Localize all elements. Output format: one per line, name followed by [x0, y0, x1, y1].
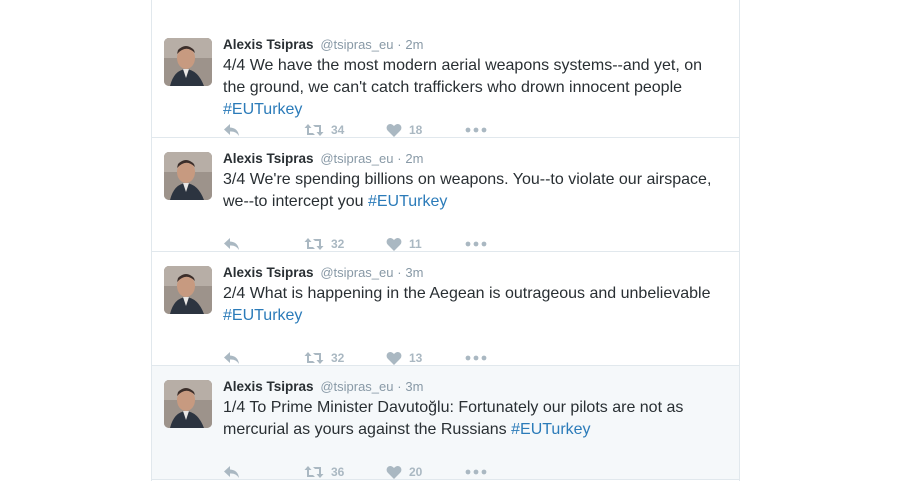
- heart-icon: [386, 237, 402, 251]
- tweet-text: 1/4 To Prime Minister Davutoğlu: Fortuna…: [223, 397, 723, 441]
- retweet-button[interactable]: 32: [304, 350, 344, 366]
- like-button[interactable]: 18: [386, 122, 422, 138]
- heart-icon: [386, 465, 402, 479]
- separator-dot: ·: [397, 151, 402, 166]
- like-button[interactable]: 11: [386, 236, 422, 252]
- avatar-image: [164, 38, 212, 86]
- retweet-button[interactable]: 34: [304, 122, 344, 138]
- tweet-body: 2/4 What is happening in the Aegean is o…: [223, 285, 711, 302]
- retweet-count: 36: [331, 465, 345, 479]
- like-count: 18: [409, 123, 423, 137]
- timestamp[interactable]: 3m: [405, 265, 423, 280]
- reply-icon: [224, 238, 239, 250]
- reply-button[interactable]: [223, 236, 241, 252]
- hashtag-link[interactable]: #EUTurkey: [368, 193, 447, 210]
- tweet[interactable]: Alexis Tsipras @tsipras_eu · 3m 1/4 To P…: [152, 366, 739, 480]
- tweet-text: 3/4 We're spending billions on weapons. …: [223, 169, 723, 213]
- retweet-button[interactable]: 36: [304, 464, 344, 480]
- more-button[interactable]: [465, 236, 487, 252]
- tweet[interactable]: Alexis Tsipras @tsipras_eu · 3m 2/4 What…: [152, 252, 739, 366]
- tweet-text: 4/4 We have the most modern aerial weapo…: [223, 55, 723, 121]
- reply-icon: [224, 466, 239, 478]
- author-handle[interactable]: @tsipras_eu: [320, 379, 393, 394]
- author-name[interactable]: Alexis Tsipras: [223, 379, 314, 394]
- tweet-header: Alexis Tsipras @tsipras_eu · 2m: [223, 151, 423, 166]
- like-count: 13: [409, 351, 423, 365]
- like-button[interactable]: 20: [386, 464, 422, 480]
- tweet-body: 3/4 We're spending billions on weapons. …: [223, 171, 712, 210]
- avatar[interactable]: [164, 38, 212, 86]
- tweet[interactable]: Alexis Tsipras @tsipras_eu · 2m 3/4 We'r…: [152, 138, 739, 252]
- separator-dot: ·: [397, 37, 402, 52]
- avatar-image: [164, 266, 212, 314]
- avatar[interactable]: [164, 266, 212, 314]
- author-name[interactable]: Alexis Tsipras: [223, 151, 314, 166]
- more-dots-icon: [465, 469, 487, 475]
- retweet-count: 32: [331, 351, 345, 365]
- timeline: Alexis Tsipras @tsipras_eu · 2m 4/4 We h…: [151, 0, 740, 481]
- heart-icon: [386, 351, 402, 365]
- more-button[interactable]: [465, 464, 487, 480]
- separator-dot: ·: [397, 379, 402, 394]
- timestamp[interactable]: 2m: [405, 151, 423, 166]
- author-handle[interactable]: @tsipras_eu: [320, 265, 393, 280]
- author-handle[interactable]: @tsipras_eu: [320, 151, 393, 166]
- reply-icon: [224, 124, 239, 136]
- more-button[interactable]: [465, 122, 487, 138]
- retweet-icon: [304, 124, 324, 136]
- separator-dot: ·: [397, 265, 402, 280]
- retweet-icon: [304, 466, 324, 478]
- retweet-icon: [304, 238, 324, 250]
- tweet[interactable]: Alexis Tsipras @tsipras_eu · 2m 4/4 We h…: [152, 24, 739, 138]
- retweet-button[interactable]: 32: [304, 236, 344, 252]
- tweet-header: Alexis Tsipras @tsipras_eu · 3m: [223, 379, 423, 394]
- avatar-image: [164, 380, 212, 428]
- tweet-header: Alexis Tsipras @tsipras_eu · 2m: [223, 37, 423, 52]
- tweet-text: 2/4 What is happening in the Aegean is o…: [223, 283, 723, 327]
- avatar-image: [164, 152, 212, 200]
- timestamp[interactable]: 3m: [405, 379, 423, 394]
- hashtag-link[interactable]: #EUTurkey: [223, 101, 302, 118]
- tweet-body: 1/4 To Prime Minister Davutoğlu: Fortuna…: [223, 399, 684, 438]
- retweet-count: 34: [331, 123, 345, 137]
- reply-button[interactable]: [223, 464, 241, 480]
- more-button[interactable]: [465, 350, 487, 366]
- more-dots-icon: [465, 241, 487, 247]
- avatar[interactable]: [164, 152, 212, 200]
- tweet-body: 4/4 We have the most modern aerial weapo…: [223, 57, 703, 96]
- author-name[interactable]: Alexis Tsipras: [223, 265, 314, 280]
- more-dots-icon: [465, 355, 487, 361]
- like-button[interactable]: 13: [386, 350, 422, 366]
- timestamp[interactable]: 2m: [405, 37, 423, 52]
- hashtag-link[interactable]: #EUTurkey: [511, 421, 590, 438]
- like-count: 11: [409, 237, 422, 251]
- tweet-header: Alexis Tsipras @tsipras_eu · 3m: [223, 265, 423, 280]
- reply-button[interactable]: [223, 122, 241, 138]
- author-name[interactable]: Alexis Tsipras: [223, 37, 314, 52]
- avatar[interactable]: [164, 380, 212, 428]
- heart-icon: [386, 123, 402, 137]
- retweet-icon: [304, 352, 324, 364]
- author-handle[interactable]: @tsipras_eu: [320, 37, 393, 52]
- hashtag-link[interactable]: #EUTurkey: [223, 307, 302, 324]
- reply-icon: [224, 352, 239, 364]
- like-count: 20: [409, 465, 423, 479]
- reply-button[interactable]: [223, 350, 241, 366]
- more-dots-icon: [465, 127, 487, 133]
- retweet-count: 32: [331, 237, 345, 251]
